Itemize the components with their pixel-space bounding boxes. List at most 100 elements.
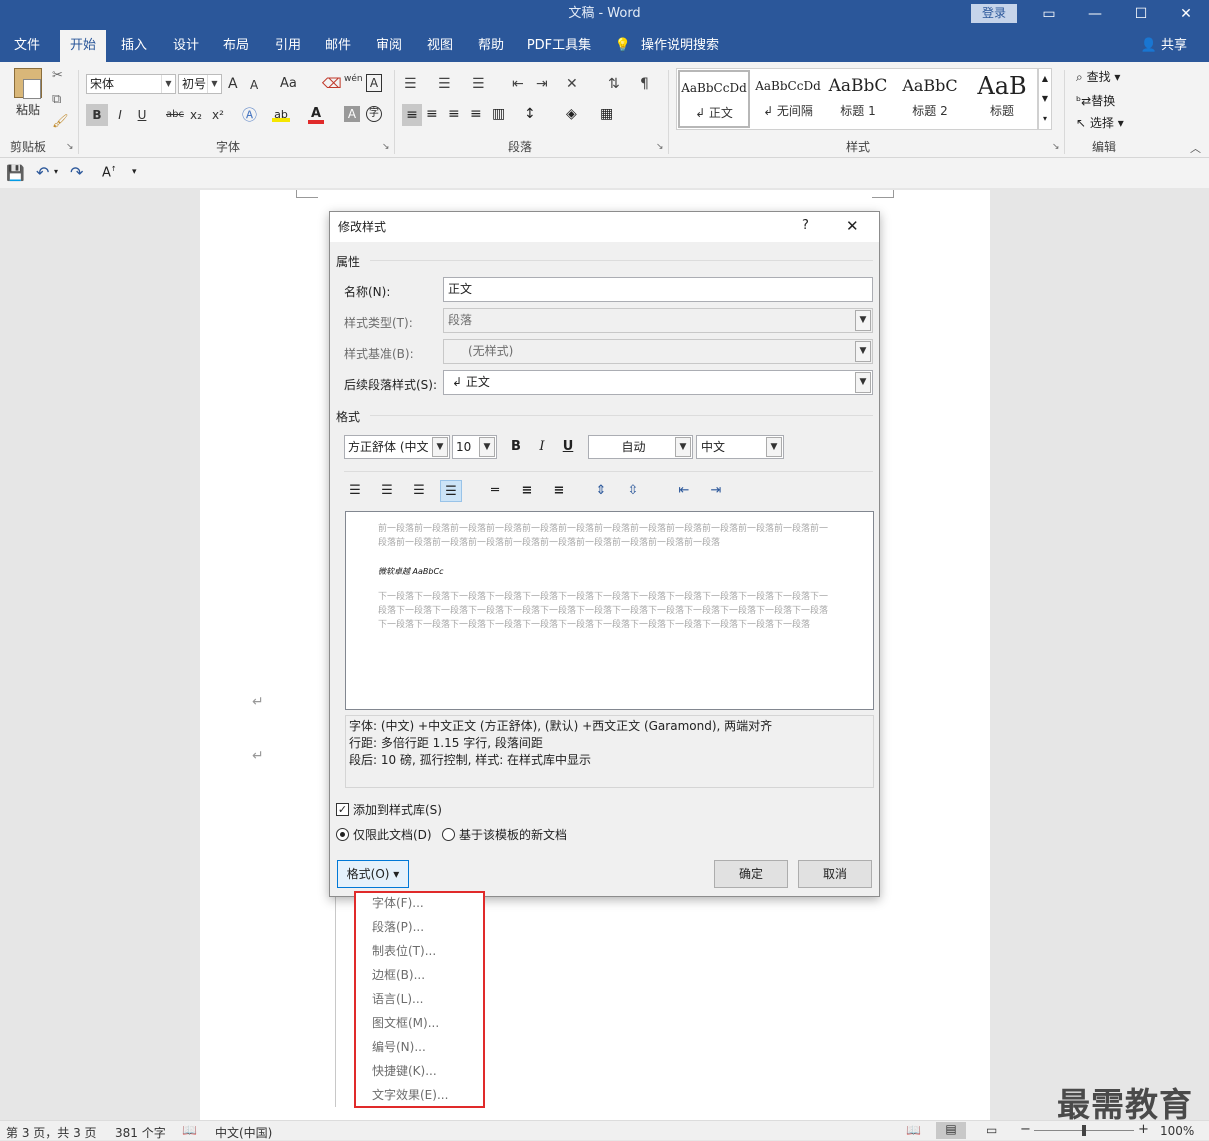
tab-references[interactable]: 引用 xyxy=(266,30,310,62)
select-button[interactable]: ↖ 选择 ▾ xyxy=(1076,114,1124,131)
font-size-qat-icon[interactable]: A↑ xyxy=(102,165,117,180)
single-spacing-icon[interactable]: ═ xyxy=(484,480,506,502)
font-size-select[interactable]: 10 ▼ xyxy=(452,435,497,459)
tab-design[interactable]: 设计 xyxy=(164,30,208,62)
char-border-icon[interactable]: A xyxy=(366,74,382,92)
align-center-icon[interactable]: ☰ xyxy=(376,480,398,502)
bullets-icon[interactable]: ☰ xyxy=(404,76,417,92)
align-right-icon[interactable]: ☰ xyxy=(408,480,430,502)
collapse-ribbon-icon[interactable]: ︿ xyxy=(1190,140,1201,156)
page-count[interactable]: 第 3 页，共 3 页 xyxy=(6,1124,97,1141)
customize-qat-icon[interactable]: ▾ xyxy=(132,167,137,177)
font-color-icon[interactable]: A xyxy=(308,106,324,124)
subscript-icon[interactable]: x₂ xyxy=(190,104,202,126)
double-spacing-icon[interactable]: ≡ xyxy=(548,480,570,502)
align-right-icon[interactable]: ≡ xyxy=(448,106,460,122)
bold-button[interactable]: B xyxy=(505,436,527,458)
decrease-para-spacing-icon[interactable]: ⇳ xyxy=(622,480,644,502)
style-no-spacing[interactable]: AaBbCcDd ↲ 无间隔 xyxy=(752,70,824,128)
change-case-icon[interactable]: Aa xyxy=(280,76,297,91)
add-to-gallery-label[interactable]: 添加到样式库(S) xyxy=(353,801,442,818)
show-marks-icon[interactable]: ¶ xyxy=(640,76,649,92)
borders-icon[interactable]: ▦ xyxy=(600,106,613,122)
tab-mailings[interactable]: 邮件 xyxy=(316,30,360,62)
word-count[interactable]: 381 个字 xyxy=(115,1124,166,1141)
web-layout-icon[interactable]: ▭ xyxy=(986,1123,997,1137)
shrink-font-icon[interactable]: A xyxy=(250,78,258,92)
paste-button[interactable]: 粘贴 xyxy=(10,68,46,128)
chinese-layout-icon[interactable]: ✕ xyxy=(566,76,578,92)
find-button[interactable]: ⌕ 查找 ▾ xyxy=(1076,68,1120,85)
ribbon-display-icon[interactable]: ▭ xyxy=(1026,0,1072,30)
font-color-select[interactable]: 自动 ▼ xyxy=(588,435,693,459)
save-icon[interactable]: 💾 xyxy=(6,164,25,182)
increase-indent-icon[interactable]: ⇥ xyxy=(705,480,727,502)
style-normal[interactable]: AaBbCcDd ↲ 正文 xyxy=(678,70,750,128)
line-spacing-icon[interactable]: ↕ xyxy=(524,106,536,122)
tab-layout[interactable]: 布局 xyxy=(214,30,258,62)
phonetic-guide-icon[interactable]: wén xyxy=(344,74,363,84)
language-status[interactable]: 中文(中国) xyxy=(215,1124,272,1141)
strikethrough-icon[interactable]: abc xyxy=(166,104,184,126)
char-shading-icon[interactable]: A xyxy=(344,106,360,122)
style-name-input[interactable]: 正文 xyxy=(443,277,873,302)
tab-view[interactable]: 视图 xyxy=(418,30,462,62)
italic-icon[interactable]: I xyxy=(112,104,128,126)
undo-icon[interactable]: ↶ xyxy=(36,163,49,182)
highlight-icon[interactable]: ab xyxy=(272,108,290,122)
text-effects-icon[interactable]: Ⓐ xyxy=(242,104,257,126)
sort-icon[interactable]: ⇅ xyxy=(608,76,620,92)
tab-help[interactable]: 帮助 xyxy=(469,30,513,62)
help-button[interactable]: ? xyxy=(802,218,809,233)
justify-icon[interactable]: ≡ xyxy=(470,106,482,122)
one-half-spacing-icon[interactable]: ≡ xyxy=(516,480,538,502)
numbering-icon[interactable]: ☰ xyxy=(438,76,451,92)
cut-icon[interactable]: ✂ xyxy=(52,68,63,83)
replace-button[interactable]: ᵇ⇄替换 xyxy=(1076,92,1115,109)
zoom-out-icon[interactable]: − xyxy=(1020,1122,1031,1137)
add-to-gallery-checkbox[interactable]: ✓ xyxy=(336,803,349,816)
increase-indent-icon[interactable]: ⇥ xyxy=(536,76,548,92)
menu-item-numbering[interactable]: 编号(N)... xyxy=(372,1039,426,1055)
font-dialog-launcher-icon[interactable]: ↘ xyxy=(382,142,390,152)
decrease-indent-icon[interactable]: ⇤ xyxy=(512,76,524,92)
grow-font-icon[interactable]: A xyxy=(228,76,238,92)
dialog-launcher-icon[interactable]: ↘ xyxy=(66,142,74,152)
read-mode-icon[interactable]: 📖 xyxy=(906,1123,921,1137)
align-left-icon[interactable]: ☰ xyxy=(344,480,366,502)
align-center-icon[interactable]: ≡ xyxy=(426,106,438,122)
distributed-icon[interactable]: ▥ xyxy=(492,106,505,122)
bold-icon[interactable]: B xyxy=(86,104,108,126)
tab-insert[interactable]: 插入 xyxy=(112,30,156,62)
share-button[interactable]: 共享 xyxy=(1158,30,1190,62)
new-docs-radio[interactable] xyxy=(442,828,455,841)
only-this-doc-radio[interactable] xyxy=(336,828,349,841)
italic-button[interactable]: I xyxy=(531,436,553,458)
zoom-level[interactable]: 100% xyxy=(1160,1124,1194,1138)
tab-file[interactable]: 文件 xyxy=(6,30,48,62)
increase-para-spacing-icon[interactable]: ⇕ xyxy=(590,480,612,502)
underline-icon[interactable]: U xyxy=(134,104,150,126)
format-painter-icon[interactable]: 🖌 xyxy=(52,114,69,129)
multilevel-list-icon[interactable]: ☰ xyxy=(472,76,485,92)
decrease-indent-icon[interactable]: ⇤ xyxy=(673,480,695,502)
undo-dropdown-icon[interactable]: ▾ xyxy=(54,167,58,176)
ok-button[interactable]: 确定 xyxy=(714,860,788,888)
copy-icon[interactable]: ⧉ xyxy=(52,92,61,107)
maximize-icon[interactable]: ☐ xyxy=(1118,0,1164,30)
menu-item-frame[interactable]: 图文框(M)... xyxy=(372,1015,439,1031)
menu-item-shortcut[interactable]: 快捷键(K)... xyxy=(372,1063,437,1079)
dialog-close-icon[interactable]: ✕ xyxy=(846,217,859,235)
enclose-char-icon[interactable]: 字 xyxy=(366,106,382,122)
superscript-icon[interactable]: x² xyxy=(212,104,224,126)
font-name-combo[interactable]: 宋体 ▼ xyxy=(86,74,176,94)
style-heading2[interactable]: AaBbC 标题 2 xyxy=(894,70,966,128)
menu-item-tabs[interactable]: 制表位(T)... xyxy=(372,943,436,959)
format-dropdown-button[interactable]: 格式(O) ▾ xyxy=(337,860,409,888)
paragraph-dialog-launcher-icon[interactable]: ↘ xyxy=(656,142,664,152)
shading-icon[interactable]: ◈ xyxy=(566,106,577,122)
tab-review[interactable]: 审阅 xyxy=(367,30,411,62)
only-this-doc-label[interactable]: 仅限此文档(D) xyxy=(353,826,432,843)
style-heading1[interactable]: AaBbC 标题 1 xyxy=(822,70,894,128)
align-left-icon[interactable]: ≡ xyxy=(402,104,422,126)
